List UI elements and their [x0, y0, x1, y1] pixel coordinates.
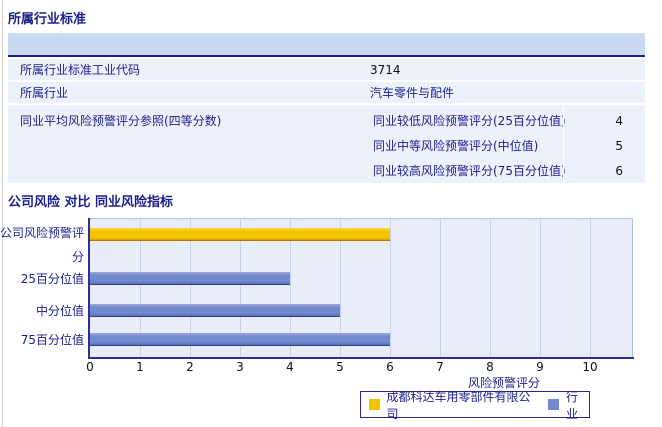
x-tick-label: 1 — [136, 360, 144, 374]
legend-swatch-company — [369, 399, 380, 410]
x-tick-label: 6 — [386, 360, 394, 374]
risk-report-page: 所属行业标准 所属行业标准工业代码 3714 所属行业 汽车零件与配件 同业平均… — [0, 0, 662, 427]
category-label: 中分位值 — [35, 304, 84, 318]
row-value: 汽车零件与配件 — [370, 86, 455, 100]
legend-label-company: 成都科达车用零部件有限公司 — [386, 389, 531, 421]
table-row: 所属行业 汽车零件与配件 — [8, 82, 645, 103]
table-row: 所属行业标准工业代码 3714 — [8, 59, 645, 80]
bar-industry — [90, 333, 390, 346]
chart-section-title: 公司风险 对比 同业风险指标 — [8, 195, 174, 210]
peer-score-label: 同业较高风险预警评分(75百分位值) — [373, 164, 566, 178]
table-header-bar — [8, 33, 645, 55]
peer-score-label: 同业较低风险预警评分(25百分位值) — [373, 114, 566, 128]
category-label: 公司风险预警评分 — [0, 226, 85, 264]
gridline — [440, 219, 441, 358]
bar-industry — [90, 304, 340, 317]
peer-score-item: 同业较低风险预警评分(25百分位值) 4 — [362, 108, 645, 133]
x-tick-label: 7 — [436, 360, 444, 374]
peer-score-value: 6 — [615, 163, 623, 178]
category-label: 75百分位值 — [20, 333, 84, 347]
x-tick-label: 4 — [286, 360, 294, 374]
x-tick-label: 2 — [186, 360, 194, 374]
column-divider — [563, 105, 564, 183]
legend-label-industry: 行业 — [565, 389, 578, 421]
peer-score-item: 同业较高风险预警评分(75百分位值) 6 — [362, 158, 645, 183]
row-label: 所属行业 — [20, 86, 69, 100]
table-header-divider — [8, 55, 645, 57]
gridline — [540, 219, 541, 358]
x-tick-label: 9 — [536, 360, 544, 374]
category-label: 25百分位值 — [20, 272, 84, 286]
x-tick-label: 8 — [486, 360, 494, 374]
gridline — [490, 219, 491, 358]
industry-table: 所属行业标准工业代码 3714 所属行业 汽车零件与配件 同业平均风险预警评分参… — [8, 33, 645, 183]
x-tick-label: 3 — [236, 360, 244, 374]
row-label: 所属行业标准工业代码 — [20, 63, 141, 77]
page-left-border — [2, 0, 3, 427]
peer-score-value: 4 — [615, 113, 623, 128]
chart-x-axis — [88, 357, 634, 359]
peer-score-label: 同业中等风险预警评分(中位值) — [373, 139, 539, 153]
x-tick-label: 10 — [582, 360, 598, 374]
table-row-peer-scores: 同业平均风险预警评分参照(四等分数) 同业较低风险预警评分(25百分位值) 4 … — [8, 105, 645, 183]
row-value: 3714 — [370, 62, 401, 77]
gridline — [590, 219, 591, 358]
bar-industry — [90, 272, 290, 285]
chart-legend: 成都科达车用零部件有限公司 行业 — [360, 390, 590, 421]
peer-score-value: 5 — [615, 138, 623, 153]
peer-score-item: 同业中等风险预警评分(中位值) 5 — [362, 133, 645, 158]
x-tick-label: 0 — [86, 360, 94, 374]
row-label: 同业平均风险预警评分参照(四等分数) — [20, 114, 222, 128]
legend-swatch-industry — [548, 399, 559, 410]
x-tick-label: 5 — [336, 360, 344, 374]
gridline — [390, 219, 391, 358]
industry-section-title: 所属行业标准 — [8, 12, 87, 27]
peer-score-list: 同业较低风险预警评分(25百分位值) 4 同业中等风险预警评分(中位值) 5 同… — [362, 105, 645, 183]
bar-company — [90, 228, 390, 241]
